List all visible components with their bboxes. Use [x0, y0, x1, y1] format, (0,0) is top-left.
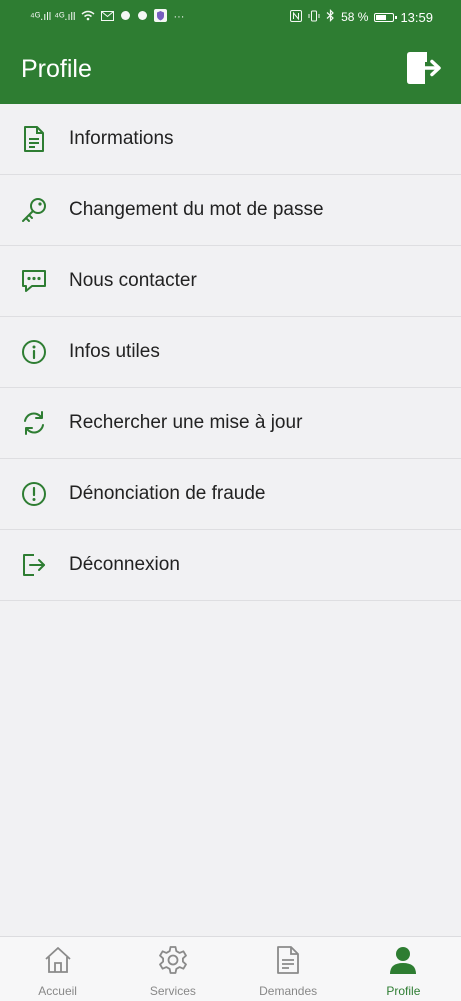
document-icon — [273, 945, 303, 975]
vibrate-icon — [308, 10, 320, 25]
menu-item-contact[interactable]: Nous contacter — [0, 246, 461, 317]
clock: 13:59 — [400, 9, 433, 25]
menu-item-label: Infos utiles — [69, 341, 160, 362]
menu-item-fraud-report[interactable]: Dénonciation de fraude — [0, 459, 461, 530]
app-header: ⁴ᴳ.ıll ⁴ᴳ.ıll ··· 58 % 13:59 Profile — [0, 0, 461, 104]
menu-item-label: Déconnexion — [69, 554, 180, 575]
nav-home[interactable]: Accueil — [0, 937, 115, 1001]
menu-item-logout[interactable]: Déconnexion — [0, 530, 461, 601]
nav-label: Profile — [386, 984, 421, 998]
alert-icon — [20, 480, 48, 508]
notification-icon — [137, 10, 148, 24]
key-icon — [20, 196, 48, 224]
logout-button[interactable] — [405, 50, 443, 86]
gear-icon — [158, 945, 188, 975]
document-icon — [20, 125, 48, 153]
nav-requests[interactable]: Demandes — [231, 937, 346, 1001]
profile-menu: Informations Changement du mot de passe … — [0, 104, 461, 601]
bottom-navigation: Accueil Services Demandes Profile — [0, 936, 461, 1001]
mail-icon — [101, 10, 115, 24]
page-title: Profile — [21, 55, 92, 83]
more-notifications-icon: ··· — [173, 11, 185, 23]
battery-percent: 58 % — [341, 10, 369, 24]
signal-icon: ⁴ᴳ.ıll ⁴ᴳ.ıll — [30, 11, 76, 23]
wifi-icon — [81, 10, 95, 24]
menu-item-useful-info[interactable]: Infos utiles — [0, 317, 461, 388]
menu-item-label: Dénonciation de fraude — [69, 483, 266, 504]
home-icon — [43, 945, 73, 975]
nfc-icon — [290, 9, 303, 25]
logout-icon — [407, 52, 441, 84]
refresh-icon — [20, 409, 48, 437]
bluetooth-icon — [326, 9, 335, 25]
chat-icon — [20, 267, 48, 295]
menu-item-label: Nous contacter — [69, 270, 197, 291]
menu-item-label: Changement du mot de passe — [69, 199, 324, 220]
menu-item-label: Rechercher une mise à jour — [69, 412, 303, 433]
menu-item-check-update[interactable]: Rechercher une mise à jour — [0, 388, 461, 459]
battery-icon — [374, 12, 398, 22]
nav-label: Services — [149, 984, 196, 998]
status-bar: ⁴ᴳ.ıll ⁴ᴳ.ıll ··· 58 % 13:59 — [0, 0, 461, 34]
logout-icon — [20, 551, 48, 579]
menu-item-change-password[interactable]: Changement du mot de passe — [0, 175, 461, 246]
shield-app-icon — [154, 9, 168, 25]
nav-label: Demandes — [259, 984, 318, 998]
menu-item-label: Informations — [69, 128, 174, 149]
nav-profile[interactable]: Profile — [346, 937, 461, 1001]
nav-label: Accueil — [38, 984, 77, 998]
person-icon — [388, 945, 418, 975]
nav-services[interactable]: Services — [115, 937, 230, 1001]
menu-item-informations[interactable]: Informations — [0, 104, 461, 175]
info-icon — [20, 338, 48, 366]
notification-icon — [120, 10, 131, 24]
